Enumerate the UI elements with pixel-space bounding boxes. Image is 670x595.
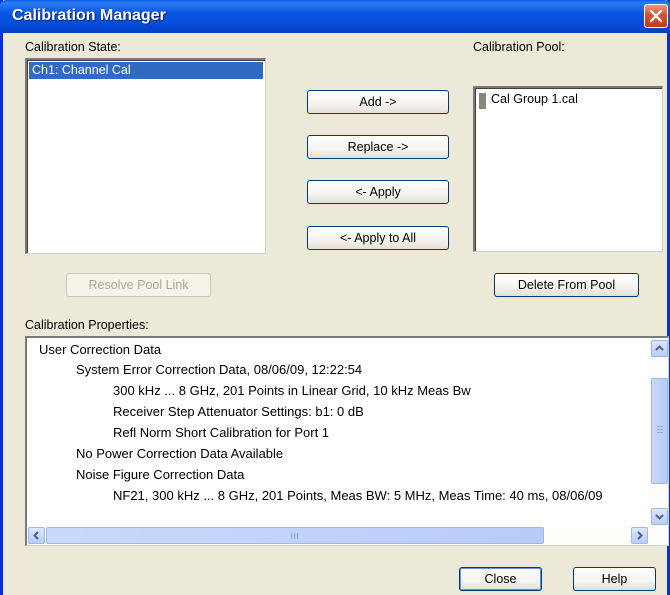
calibration-state-item[interactable]: Ch1: Channel Cal bbox=[29, 62, 263, 79]
add-button[interactable]: Add -> bbox=[307, 90, 449, 114]
window-title: Calibration Manager bbox=[12, 7, 166, 24]
apply-to-all-button[interactable]: <- Apply to All bbox=[307, 226, 449, 250]
close-window-button[interactable] bbox=[644, 4, 668, 28]
calibration-properties-box[interactable]: User Correction Data System Error Correc… bbox=[25, 336, 669, 546]
property-line: NF21, 300 kHz ... 8 GHz, 201 Points, Mea… bbox=[113, 488, 603, 503]
calibration-pool-label: Calibration Pool: bbox=[473, 40, 565, 54]
close-button[interactable]: Close bbox=[459, 567, 542, 591]
property-line: Refl Norm Short Calibration for Port 1 bbox=[113, 425, 330, 440]
chevron-up-icon bbox=[655, 345, 664, 351]
pool-item-marker bbox=[479, 93, 486, 109]
delete-from-pool-button[interactable]: Delete From Pool bbox=[494, 273, 639, 297]
scroll-left-button[interactable] bbox=[28, 527, 45, 544]
close-icon bbox=[649, 9, 663, 23]
calibration-pool-item[interactable]: Cal Group 1.cal bbox=[491, 92, 578, 106]
chevron-left-icon bbox=[33, 531, 39, 540]
property-line: System Error Correction Data, 08/06/09, … bbox=[76, 362, 363, 377]
replace-button[interactable]: Replace -> bbox=[307, 135, 449, 159]
calibration-properties-label: Calibration Properties: bbox=[25, 318, 149, 332]
vertical-scroll-thumb[interactable] bbox=[651, 378, 668, 484]
property-line: 300 kHz ... 8 GHz, 201 Points in Linear … bbox=[113, 383, 471, 398]
horizontal-scroll-thumb[interactable] bbox=[46, 527, 544, 544]
vertical-scrollbar[interactable] bbox=[651, 338, 668, 526]
horizontal-scrollbar[interactable] bbox=[27, 526, 651, 545]
help-button[interactable]: Help bbox=[573, 567, 656, 591]
property-line: User Correction Data bbox=[39, 342, 162, 357]
chevron-right-icon bbox=[637, 531, 643, 540]
resolve-pool-link-button[interactable]: Resolve Pool Link bbox=[66, 273, 211, 297]
property-line: Receiver Step Attenuator Settings: b1: 0… bbox=[113, 404, 364, 419]
scroll-up-button[interactable] bbox=[651, 340, 668, 357]
property-line: No Power Correction Data Available bbox=[76, 446, 284, 461]
scroll-right-button[interactable] bbox=[631, 527, 648, 544]
title-bar[interactable]: Calibration Manager bbox=[0, 0, 670, 33]
calibration-pool-list[interactable]: Cal Group 1.cal bbox=[473, 86, 663, 252]
apply-button[interactable]: <- Apply bbox=[307, 180, 449, 204]
property-line: Noise Figure Correction Data bbox=[76, 467, 245, 482]
calibration-manager-dialog: Calibration Manager Calibration State: C… bbox=[0, 0, 670, 595]
scroll-down-button[interactable] bbox=[651, 508, 668, 525]
calibration-state-list[interactable]: Ch1: Channel Cal bbox=[25, 58, 266, 254]
calibration-state-label: Calibration State: bbox=[25, 40, 121, 54]
chevron-down-icon bbox=[655, 514, 664, 520]
